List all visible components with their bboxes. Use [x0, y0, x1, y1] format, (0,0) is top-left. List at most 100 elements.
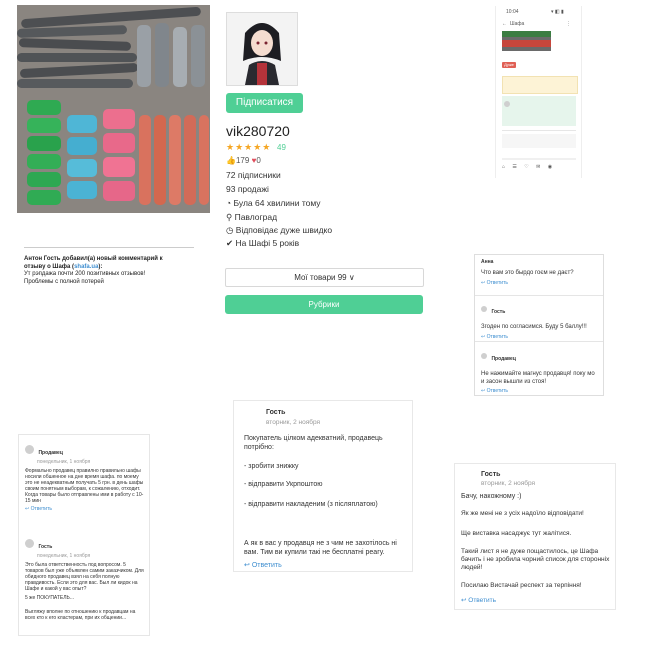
comment-box	[502, 134, 576, 148]
comment-line: Такий лист я не дуже пощастилось, це Шаф…	[461, 548, 610, 571]
metal-clip	[191, 25, 205, 87]
back-icon[interactable]: ←	[502, 21, 507, 27]
my-goods-dropdown[interactable]: Мої товари 99 ∨	[225, 268, 424, 287]
bullet: - відправити накладеним (з післяплатою)	[244, 501, 378, 508]
comment-card-right: Гость вторник, 2 ноября Бачу, накожному …	[454, 463, 616, 610]
pink-curler	[103, 133, 135, 153]
share-icon[interactable]: ⋮	[566, 21, 571, 27]
clock-icon: ◔	[226, 198, 234, 208]
avatar	[226, 12, 298, 86]
green-curler	[27, 100, 61, 115]
comment-line: Посилаю Вистачай респект за терпіння!	[461, 582, 582, 589]
city: ⚲ Павлоград	[226, 212, 278, 222]
pink-curler	[103, 181, 135, 201]
avatar	[481, 352, 487, 359]
bottom-nav[interactable]: ⌂ ☰ ♡ ✉ ◉	[502, 164, 552, 170]
divider	[24, 247, 194, 248]
bullet: - відправити Укрпоштою	[244, 481, 323, 488]
status-time: 10:04	[506, 9, 519, 15]
comment-highlight	[502, 96, 576, 126]
coral-curler	[199, 115, 209, 205]
mobile-screenshot: 10:04 ▾ ◧ ▮ ← Шафа ⋮ Дуже ⌂ ☰ ♡ ✉ ◉	[495, 6, 582, 178]
like-icon: 👍	[226, 156, 236, 165]
comment: Гость понедельник, 1 ноября Это была отв…	[25, 535, 145, 592]
avatar	[25, 445, 34, 455]
avatar	[481, 305, 487, 312]
comment-thread-left: Продавец понедельник, 1 ноября Формально…	[18, 434, 150, 636]
green-curler	[27, 190, 61, 205]
banner-image	[502, 31, 551, 51]
comment-text: 5 же ПОКУПАТЕЛЬ...	[25, 595, 74, 601]
reply-link[interactable]: ↩ Ответить	[25, 506, 145, 512]
grey-rod	[17, 53, 137, 62]
timer-icon: ◷	[226, 225, 236, 235]
green-curler	[27, 172, 61, 187]
followers[interactable]: 72 підписники	[226, 170, 281, 180]
email-line: отзыву о Шафа (shafa.ua):	[24, 263, 103, 270]
metal-clip	[173, 27, 187, 87]
comment-line: Як же мені не з усіх надоїло відповідати…	[461, 510, 584, 517]
reply-link[interactable]: ↩ Ответить	[481, 280, 599, 286]
stats-row: 👍179 ♥0	[226, 156, 261, 165]
pink-curler	[103, 109, 135, 129]
bullet: - зробити знижку	[244, 463, 299, 470]
categories-button[interactable]: Рубрики	[225, 295, 423, 314]
grey-rod	[19, 62, 139, 79]
sales: 93 продажі	[226, 184, 269, 194]
email-body: Антон Гость добавил(а) новый комментарий…	[24, 256, 199, 286]
comment: Продавец понедельник, 1 ноября Формально…	[25, 441, 145, 512]
email-line: Проблемы с полной потерей	[24, 278, 104, 285]
hearts-count: 0	[256, 156, 261, 165]
green-curler	[27, 136, 61, 151]
comment-card-middle: Гость вторник, 2 ноября Покупатель цілко…	[233, 400, 413, 572]
tag-badge[interactable]: Дуже	[502, 62, 516, 68]
comment-date: вторник, 2 ноября	[266, 419, 321, 426]
comment-line: Бачу, накожному :)	[461, 493, 522, 500]
top-title: Шафа	[510, 21, 525, 27]
curlers-photo	[17, 5, 210, 213]
coral-curler	[139, 115, 151, 205]
coral-curler	[184, 115, 196, 205]
comment: Гость Згоден по согласимся. Буду 5 баллу…	[481, 300, 599, 340]
comment-thread-right: Анна Что вам это бырдо гоєм не даєт? ↩ О…	[474, 254, 604, 396]
avatar	[504, 101, 510, 107]
email-line: Антон Гость добавил(а) новый комментарий…	[24, 256, 163, 262]
grey-rod	[17, 79, 133, 88]
green-curler	[27, 118, 61, 133]
comment-text: Выгляжу вполне по отношению к продавцам …	[25, 609, 136, 621]
coral-curler	[154, 115, 166, 205]
comment: Анна Что вам это бырдо гоєм не даєт? ↩ О…	[481, 259, 599, 286]
rating-stars: ★★★★★	[226, 142, 272, 152]
likes-count: 179	[235, 156, 250, 165]
comment-intro: Покупатель цілком адекватний, продавець …	[244, 435, 383, 451]
shafa-link[interactable]: shafa.ua	[74, 264, 98, 270]
green-curler	[27, 154, 61, 169]
grey-rod	[18, 38, 132, 51]
last-seen: ◔ Була 64 хвилини тому	[226, 198, 321, 208]
anime-avatar-image	[227, 13, 297, 85]
notice-box	[502, 76, 578, 94]
email-line: Ут рэпдажа почти 200 позитивных отзывов!	[24, 271, 146, 277]
reply-link[interactable]: ↩ Ответить	[244, 561, 282, 569]
author-name: Гость	[481, 471, 501, 478]
blue-curler	[67, 181, 97, 199]
reply-link[interactable]: ↩ Ответить	[481, 388, 599, 394]
pink-curler	[103, 157, 135, 177]
location-icon: ⚲	[226, 212, 235, 222]
status-icons: ▾ ◧ ▮	[551, 9, 564, 15]
reply-link[interactable]: ↩ Ответить	[481, 334, 599, 340]
rating-count[interactable]: 49	[277, 143, 286, 152]
comment-outro: А як в вас у продавця не з чим не захоті…	[244, 540, 397, 556]
response-speed: ◷ Відповідає дуже швидко	[226, 225, 333, 235]
blue-curler	[67, 159, 97, 177]
coral-curler	[169, 115, 181, 205]
years-on-shafa: ✔ На Шафі 5 років	[226, 238, 300, 248]
subscribe-button[interactable]: Підписатися	[226, 93, 303, 113]
reply-link[interactable]: ↩ Ответить	[461, 596, 496, 604]
blue-curler	[67, 115, 97, 133]
comment-date: вторник, 2 ноября	[481, 480, 536, 487]
author-name: Гость	[266, 409, 286, 416]
username: vik280720	[226, 123, 290, 139]
avatar	[25, 539, 34, 549]
comment: Продавец Не нажимайте магнус продавця! п…	[481, 347, 599, 394]
